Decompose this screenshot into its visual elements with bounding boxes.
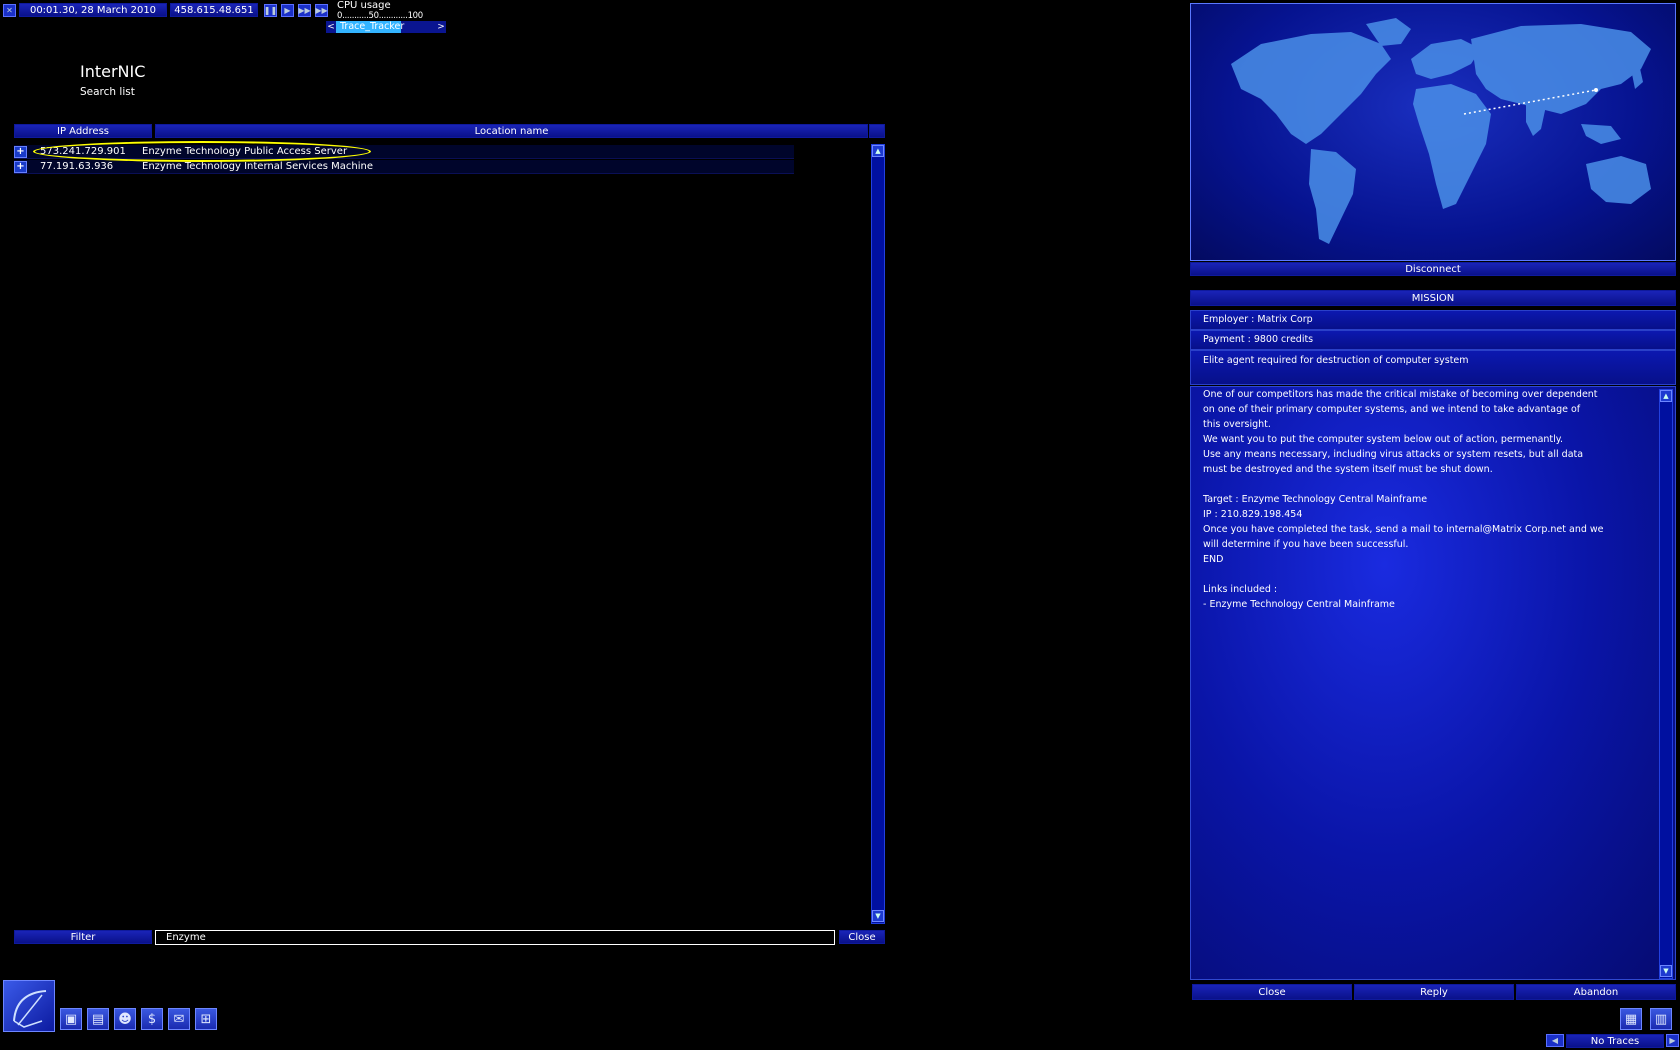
- plus-icon[interactable]: +: [14, 160, 27, 173]
- tracker-next-button[interactable]: >: [436, 21, 446, 33]
- mission-body-line: IP : 210.829.198.454: [1203, 509, 1303, 520]
- mission-abandon-button[interactable]: Abandon: [1516, 984, 1676, 1000]
- mission-reply-button[interactable]: Reply: [1354, 984, 1514, 1000]
- gateway-icon[interactable]: [3, 980, 55, 1032]
- highlight-annotation: [33, 141, 371, 162]
- close-search-button[interactable]: Close: [839, 930, 885, 944]
- disconnect-button[interactable]: Disconnect: [1190, 262, 1676, 276]
- mission-body-line: END: [1203, 554, 1224, 565]
- mission-scroll-down-button[interactable]: ▼: [1660, 965, 1672, 977]
- fastest-button[interactable]: ▶▶: [315, 4, 328, 17]
- network-button[interactable]: ⊞: [195, 1008, 217, 1030]
- close-game-button[interactable]: ✕: [3, 4, 16, 17]
- page-title: InterNIC: [80, 62, 146, 81]
- fast-forward-icon: ▶▶: [298, 6, 311, 15]
- column-header-spacer: [869, 124, 885, 138]
- hardware-button[interactable]: ▤: [87, 1008, 109, 1030]
- software-button[interactable]: ▣: [60, 1008, 82, 1030]
- traces-prev-button[interactable]: ◀: [1546, 1034, 1564, 1047]
- tracker-prev-button[interactable]: <: [326, 21, 336, 33]
- arrow-up-icon: ▲: [1663, 392, 1669, 400]
- mission-header: MISSION: [1190, 290, 1676, 306]
- play-icon: ▶: [284, 6, 291, 15]
- arrow-down-icon: ▼: [875, 912, 881, 920]
- fastest-icon: ▶▶: [315, 6, 328, 15]
- local-ip-display: 458.615.48.651: [170, 3, 258, 17]
- mission-employer: Employer : Matrix Corp: [1190, 310, 1676, 330]
- mission-body-line: this oversight.: [1203, 419, 1271, 430]
- mission-payment: Payment : 9800 credits: [1190, 330, 1676, 350]
- envelope-icon: ✉: [173, 1011, 185, 1027]
- processes-icon: ▥: [1654, 1011, 1668, 1027]
- arrow-up-icon: ▲: [875, 147, 881, 155]
- pause-icon: ❚❚: [263, 6, 278, 15]
- pause-button[interactable]: ❚❚: [264, 4, 277, 17]
- mission-body-line: on one of their primary computer systems…: [1203, 404, 1581, 415]
- table-row[interactable]: + 77.191.63.936 Enzyme Technology Intern…: [14, 160, 794, 174]
- satellite-dish-icon: [13, 990, 47, 1028]
- mission-body-line: Target : Enzyme Technology Central Mainf…: [1203, 494, 1428, 505]
- continents-icon: [1231, 18, 1651, 244]
- memory-button[interactable]: ▦: [1620, 1008, 1642, 1030]
- mission-body-line: must be destroyed and the system itself …: [1203, 464, 1493, 475]
- scroll-down-button[interactable]: ▼: [872, 910, 884, 922]
- mission-body-line: - Enzyme Technology Central Mainframe: [1203, 599, 1395, 610]
- traces-status: No Traces: [1566, 1034, 1664, 1048]
- arrow-left-icon: ◀: [1551, 1036, 1559, 1045]
- mission-close-button[interactable]: Close: [1192, 984, 1352, 1000]
- filter-input[interactable]: Enzyme: [155, 930, 835, 945]
- datetime-display: 00:01.30, 28 March 2010: [19, 3, 167, 17]
- cpu-usage-scale: 0...........50............100: [337, 11, 423, 21]
- mission-body-line: will determine if you have been successf…: [1203, 539, 1409, 550]
- disk-icon: ▤: [91, 1011, 105, 1027]
- page-subtitle: Search list: [80, 86, 135, 98]
- finance-button[interactable]: $: [141, 1008, 163, 1030]
- person-icon: ☻: [118, 1011, 132, 1027]
- mission-details: One of our competitors has made the crit…: [1190, 386, 1676, 980]
- arrow-right-icon: ▶: [1669, 1036, 1676, 1045]
- world-map[interactable]: [1190, 3, 1676, 261]
- mission-body-line: Once you have completed the task, send a…: [1203, 524, 1604, 535]
- status-button[interactable]: ☻: [114, 1008, 136, 1030]
- row-location: Enzyme Technology Internal Services Mach…: [142, 161, 374, 172]
- computer-icon: ▣: [64, 1011, 78, 1027]
- mission-scrollbar[interactable]: [1659, 389, 1673, 979]
- play-button[interactable]: ▶: [281, 4, 294, 17]
- filter-button[interactable]: Filter: [14, 930, 152, 944]
- column-header-ip[interactable]: IP Address: [14, 124, 152, 138]
- fast-forward-button[interactable]: ▶▶: [298, 4, 311, 17]
- table-scrollbar[interactable]: [871, 144, 885, 924]
- arrow-down-icon: ▼: [1663, 967, 1669, 975]
- network-icon: ⊞: [200, 1011, 212, 1027]
- plus-icon[interactable]: +: [14, 145, 27, 158]
- mission-summary: Elite agent required for destruction of …: [1190, 350, 1676, 385]
- trace-tracker-program[interactable]: Trace_Tracker: [336, 21, 436, 33]
- mission-body-line: We want you to put the computer system b…: [1203, 434, 1564, 445]
- mission-scroll-up-button[interactable]: ▲: [1660, 390, 1672, 402]
- column-header-location[interactable]: Location name: [155, 124, 868, 138]
- memory-icon: ▦: [1624, 1011, 1638, 1027]
- row-ip: 77.191.63.936: [40, 161, 114, 172]
- dollar-icon: $: [147, 1011, 157, 1027]
- processes-button[interactable]: ▥: [1650, 1008, 1672, 1030]
- traces-next-button[interactable]: ▶: [1666, 1034, 1679, 1047]
- close-icon: ✕: [6, 6, 13, 15]
- scroll-up-button[interactable]: ▲: [872, 145, 884, 157]
- mission-body-line: One of our competitors has made the crit…: [1203, 389, 1598, 400]
- email-button[interactable]: ✉: [168, 1008, 190, 1030]
- mission-body-line: Links included :: [1203, 584, 1278, 595]
- cpu-usage-label: CPU usage: [337, 0, 391, 11]
- mission-body-line: Use any means necessary, including virus…: [1203, 449, 1584, 460]
